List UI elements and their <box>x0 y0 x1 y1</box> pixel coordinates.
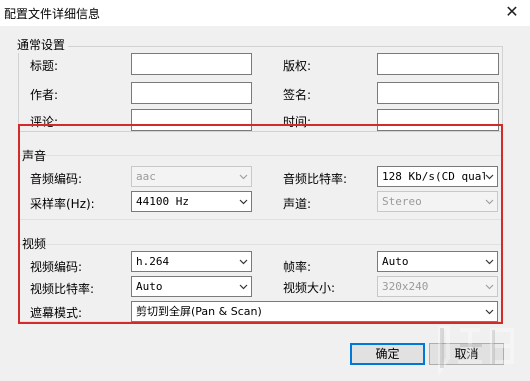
title-input[interactable] <box>131 53 252 75</box>
window-title: 配置文件详细信息 <box>4 7 101 21</box>
copyright-label: 版权: <box>283 59 312 73</box>
highlight-box <box>18 124 503 324</box>
title-label: 标题: <box>30 59 59 73</box>
close-icon[interactable]: ✕ <box>497 0 527 24</box>
watermark-logo <box>438 326 514 377</box>
ok-button[interactable]: 确定 <box>350 343 425 365</box>
copyright-input[interactable] <box>377 53 499 75</box>
signature-input[interactable] <box>377 82 499 104</box>
general-section-label: 通常设置 <box>14 36 69 53</box>
signature-label: 签名: <box>283 88 312 102</box>
author-label: 作者: <box>30 88 59 102</box>
author-input[interactable] <box>131 82 252 104</box>
